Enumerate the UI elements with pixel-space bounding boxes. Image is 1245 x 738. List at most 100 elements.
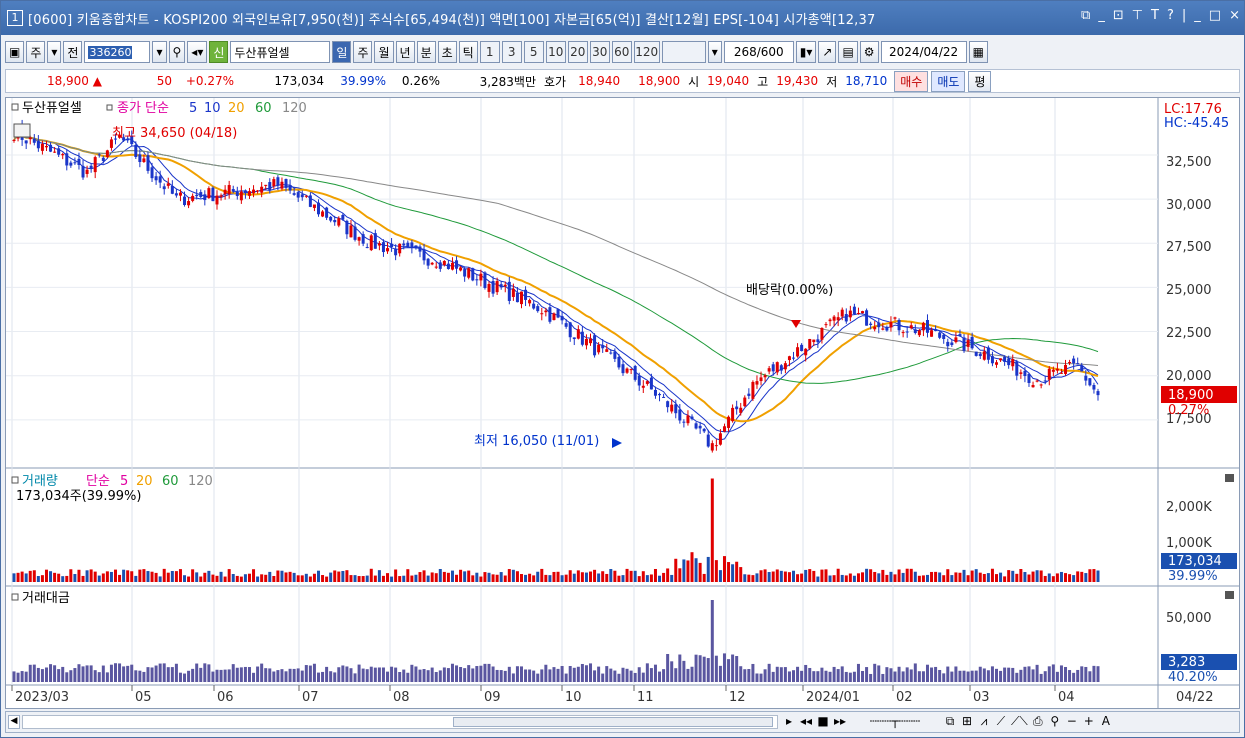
candle-body [495, 281, 499, 293]
scroll-left-icon[interactable]: ◀ [8, 715, 20, 729]
settings-icon[interactable]: ⚙ [859, 41, 879, 63]
font-size-icon[interactable]: A [1099, 714, 1113, 729]
minimize-sub-icon[interactable]: _ [1098, 8, 1105, 23]
count-field[interactable]: 268/600 [723, 41, 794, 63]
trendline-icon[interactable]: ⟋ [994, 714, 1008, 729]
period-select[interactable]: 주 [26, 41, 46, 63]
ma-legend-label[interactable]: 종가 단순 [117, 101, 169, 116]
play-right-icon[interactable]: ▸ [782, 714, 796, 729]
close-icon[interactable]: × [1229, 8, 1240, 23]
prev-button[interactable]: 전 [63, 41, 83, 63]
sound-icon[interactable]: ◂▾ [187, 41, 208, 63]
n-button-30[interactable]: 30 [589, 41, 610, 63]
candle-body [714, 445, 718, 447]
volume-bar [390, 576, 394, 582]
amount-bar [540, 669, 544, 682]
buy-button[interactable]: 매수 [894, 70, 929, 92]
stock-name-field[interactable]: 두산퓨얼셀 [230, 41, 331, 63]
stop-icon[interactable]: ■ [816, 714, 830, 729]
n-button-1[interactable]: 1 [479, 41, 500, 63]
amount-bar [390, 666, 394, 682]
n-dropdown-icon[interactable]: ▾ [707, 41, 722, 63]
interval-week[interactable]: 주 [353, 41, 373, 63]
compare-icon[interactable]: ⩘ [977, 714, 991, 729]
layout-icon[interactable]: ▣ [5, 41, 25, 63]
amount-bar [609, 668, 613, 682]
zoom-slider[interactable]: ┄┄┄┬┄┄┄ [850, 714, 940, 729]
fast-forward-icon[interactable]: ▸▸ [833, 714, 847, 729]
volume-legend-box-icon[interactable] [11, 476, 19, 484]
price-legend-name[interactable]: 두산퓨얼셀 [22, 101, 82, 116]
candle-body [913, 329, 917, 333]
scroll-track[interactable] [22, 715, 778, 729]
restore-sub-icon[interactable]: ⊡ [1113, 8, 1124, 23]
volume-sub-label: 173,034주(39.99%) [16, 489, 141, 504]
zoom-icon[interactable]: ⚲ [1048, 714, 1062, 729]
n-button-120[interactable]: 120 [633, 41, 660, 63]
candle-body [954, 337, 958, 343]
candle-body [832, 316, 836, 321]
stock-code-input[interactable]: 336260 [84, 41, 151, 63]
save-icon[interactable]: ▤ [838, 41, 858, 63]
tile-icon[interactable]: ⊞ [960, 714, 974, 729]
code-dropdown-icon[interactable]: ▾ [152, 41, 167, 63]
hoga-label: 호가 [544, 74, 567, 89]
rewind-icon[interactable]: ◂◂ [799, 714, 813, 729]
up-arrow-icon: ▲ [92, 74, 102, 88]
n-button-5[interactable]: 5 [523, 41, 544, 63]
amount-bar [544, 664, 548, 682]
help-icon[interactable]: ? [1167, 8, 1174, 23]
volume-panel-close-icon[interactable] [1225, 474, 1234, 482]
candle-body [804, 348, 808, 356]
interval-tick[interactable]: 틱 [458, 41, 478, 63]
n-button-10[interactable]: 10 [545, 41, 566, 63]
dropdown-icon[interactable]: ▾ [47, 41, 62, 63]
scroll-thumb[interactable] [453, 717, 773, 727]
maximize-icon[interactable]: □ [1209, 8, 1221, 23]
interval-minute[interactable]: 분 [416, 41, 436, 63]
date-input[interactable]: 2024/04/22 [880, 41, 967, 63]
amount-legend-name[interactable]: 거래대금 [22, 591, 70, 606]
volume-bar [1092, 569, 1096, 582]
data-table-icon[interactable] [13, 123, 31, 138]
toolbar: ▣ 주 ▾ 전 336260 ▾ ⚲ ◂▾ 신 두산퓨얼셀 일 주 월 년 분 … [5, 39, 1240, 65]
amount-bar [308, 665, 312, 682]
n-button-3[interactable]: 3 [501, 41, 522, 63]
volume-bar [434, 573, 438, 582]
drawing-tools-icon[interactable]: ⟋⟍ [1011, 714, 1028, 729]
legend-box-icon[interactable] [11, 103, 19, 111]
pin-icon[interactable]: ⊤ [1132, 8, 1143, 23]
candle-body [422, 249, 426, 261]
indicator-icon[interactable]: ▮▾ [795, 41, 817, 63]
zoom-out-icon[interactable]: − [1065, 714, 1079, 729]
print-icon[interactable]: ⎙ [1031, 714, 1045, 729]
zoom-in-icon[interactable]: + [1082, 714, 1096, 729]
volume-legend-name[interactable]: 거래량 [22, 474, 58, 489]
sell-button[interactable]: 매도 [931, 70, 966, 92]
new-button[interactable]: 신 [209, 41, 229, 63]
candle-body [877, 322, 881, 328]
chart-area[interactable]: 두산퓨얼셀 종가 단순 5 10 20 60 120 LC:17.76 HC:-… [5, 97, 1240, 709]
interval-day[interactable]: 일 [332, 41, 352, 63]
drawing-icon[interactable]: ↗ [818, 41, 837, 63]
candle-body [394, 248, 398, 256]
calendar-icon[interactable]: ▦ [968, 41, 988, 63]
window-layout-icon[interactable]: ⧉ [943, 714, 957, 729]
font-icon[interactable]: T [1151, 8, 1159, 23]
interval-month[interactable]: 월 [374, 41, 394, 63]
amount-panel-close-icon[interactable] [1225, 591, 1234, 599]
search-icon[interactable]: ⚲ [168, 41, 186, 63]
n-button-60[interactable]: 60 [611, 41, 632, 63]
ma-legend-box-icon[interactable] [106, 104, 113, 111]
interval-second[interactable]: 초 [437, 41, 457, 63]
eval-button[interactable]: 평 [968, 70, 992, 92]
minimize-icon[interactable]: _ [1194, 8, 1201, 23]
interval-year[interactable]: 년 [395, 41, 415, 63]
amount-legend-box-icon[interactable] [11, 593, 19, 601]
n-custom-input[interactable] [661, 41, 706, 63]
chart-svg[interactable]: 두산퓨얼셀 종가 단순 5 10 20 60 120 LC:17.76 HC:-… [6, 98, 1239, 708]
n-button-20[interactable]: 20 [567, 41, 588, 63]
link-icon[interactable]: ⧉ [1081, 8, 1090, 23]
amount-bar [828, 671, 832, 682]
candle-body [446, 263, 450, 270]
